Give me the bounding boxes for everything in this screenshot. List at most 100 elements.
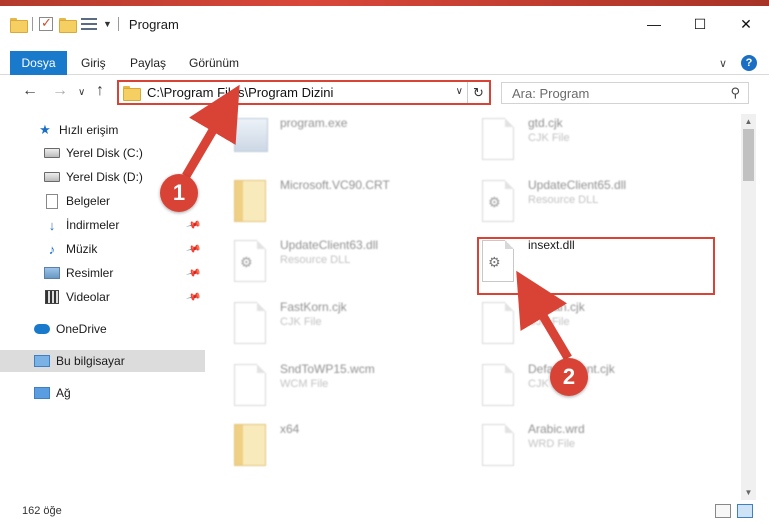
sidebar-item-label: Yerel Disk (C:) [66,146,143,160]
onedrive-icon [34,321,50,337]
sidebar-item-music[interactable]: ♪ Müzik 📌 [0,238,205,260]
search-input[interactable]: Ara: Program ⚲ [501,82,749,104]
network-icon [34,385,50,401]
minimize-button[interactable]: — [631,6,677,42]
vertical-scrollbar[interactable]: ▲ ▼ [741,114,756,500]
pin-icon[interactable]: 📌 [185,265,201,281]
tab-share[interactable]: Paylaş [130,51,166,75]
file-icon [234,364,270,412]
tab-file[interactable]: Dosya [10,51,67,75]
customize-toolbar-icon[interactable] [81,17,97,31]
properties-check-icon[interactable] [39,15,53,31]
sidebar-item-network[interactable]: Ağ [0,382,205,404]
tiles-view-icon[interactable] [737,504,753,518]
file-type: CJK File [528,132,570,144]
sidebar-item-label: Bu bilgisayar [56,354,125,368]
window-title: Program [128,16,179,32]
file-name: gtd.cjk [528,116,563,130]
file-name: SndToWP15.wcm [280,362,375,376]
music-icon: ♪ [48,241,56,257]
file-name: x64 [280,422,300,436]
scroll-up-icon[interactable]: ▲ [741,114,756,129]
search-icon[interactable]: ⚲ [730,85,740,101]
file-icon [482,302,518,350]
file-type: CJK File [280,316,322,328]
back-arrow-icon[interactable]: ← [22,82,38,100]
sidebar-item-label: Resimler [66,266,114,280]
scrollbar-thumb[interactable] [743,129,754,181]
sidebar-item-pictures[interactable]: Resimler 📌 [0,262,205,284]
sidebar-item-local-disk-c[interactable]: Yerel Disk (C:) [0,142,205,164]
close-button[interactable]: ✕ [723,6,769,42]
maximize-button[interactable]: ☐ [677,6,723,42]
folder-icon [123,86,141,101]
recent-locations-icon[interactable]: ∨ [78,87,85,98]
application-icon [234,118,270,166]
forward-arrow-icon[interactable]: → [52,82,68,100]
sidebar-item-videos[interactable]: Videolar 📌 [0,286,205,308]
computer-icon [34,353,50,369]
file-name: UpdateClient63.dll [280,238,379,252]
expand-ribbon-icon[interactable]: ∨ [719,57,727,70]
help-icon[interactable]: ? [741,55,757,71]
folder-icon [10,17,28,33]
sidebar-item-quick-access[interactable]: ★ Hızlı erişim [0,119,205,141]
chevron-down-icon[interactable]: ▼ [103,19,112,29]
pin-icon[interactable]: 📌 [185,289,201,305]
sidebar-item-label: İndirmeler [66,218,120,232]
address-row: ← → ∨ ↑ C:\Program Files\Program Dizini … [0,78,769,108]
quick-access-toolbar: ▼ [0,15,119,33]
sidebar-item-label: Ağ [56,386,71,400]
file-item[interactable]: Microsoft.VC90.CRT [210,176,450,232]
file-highlight-box [477,237,715,295]
step-2-badge: 2 [550,358,588,396]
pin-icon[interactable]: 📌 [185,241,201,257]
documents-icon [44,193,60,209]
file-name: UpdateClient65.dll [528,178,627,192]
file-list: program.exe gtd.cjk CJK File Microsoft.V… [210,114,740,494]
address-path[interactable]: C:\Program Files\Program Dizini [147,85,333,100]
step-1-badge: 1 [160,174,198,212]
sidebar-item-label: Müzik [66,242,98,256]
file-item[interactable]: ⚙ UpdateClient63.dll Resource DLL [210,236,450,292]
sidebar-item-label: Belgeler [66,194,111,208]
address-dropdown-icon[interactable]: ∨ [456,86,463,97]
refresh-icon[interactable]: ↻ [467,82,489,103]
file-type: WCM File [280,378,329,390]
sidebar-item-downloads[interactable]: ↓ İndirmeler 📌 [0,214,205,236]
sidebar-item-label: Videolar [66,290,110,304]
ribbon-right-controls: ∨ ? [719,55,757,71]
folder-icon [234,180,270,228]
star-icon: ★ [39,122,51,137]
sidebar-item-this-pc[interactable]: Bu bilgisayar [0,350,205,372]
file-item[interactable]: SndToWP15.wcm WCM File [210,360,450,416]
file-item[interactable]: x64 [210,420,450,476]
file-item[interactable]: program.exe [210,114,450,170]
pin-icon[interactable]: 📌 [185,217,201,233]
video-icon [44,289,60,305]
download-icon: ↓ [48,217,56,233]
file-icon [482,364,518,412]
file-icon [234,302,270,350]
file-item[interactable]: gtd.cjk CJK File [458,114,698,170]
tab-view[interactable]: Görünüm [189,51,239,75]
details-view-icon[interactable] [715,504,731,518]
file-name: Arabic.wrd [528,422,585,436]
file-type: Resource DLL [280,254,351,266]
scroll-down-icon[interactable]: ▼ [741,485,756,500]
file-item[interactable]: Korean.cjk CJK File [458,298,698,354]
dll-icon: ⚙ [234,240,270,288]
sidebar-item-label: Hızlı erişim [59,123,119,137]
dll-icon: ⚙ [482,180,518,228]
address-bar[interactable]: C:\Program Files\Program Dizini ∨ ↻ [117,80,491,105]
file-item[interactable]: FastKorn.cjk CJK File [210,298,450,354]
sidebar-item-onedrive[interactable]: OneDrive [0,318,205,340]
window-controls: — ☐ ✕ [631,6,769,42]
file-item[interactable]: Arabic.wrd WRD File [458,420,698,476]
up-arrow-icon[interactable]: ↑ [96,82,104,100]
new-folder-icon[interactable] [59,17,77,33]
status-bar: 162 öğe [0,500,769,522]
file-item[interactable]: ⚙ UpdateClient65.dll Resource DLL [458,176,698,232]
tab-home[interactable]: Giriş [81,51,106,75]
item-count: 162 öğe [22,505,62,517]
